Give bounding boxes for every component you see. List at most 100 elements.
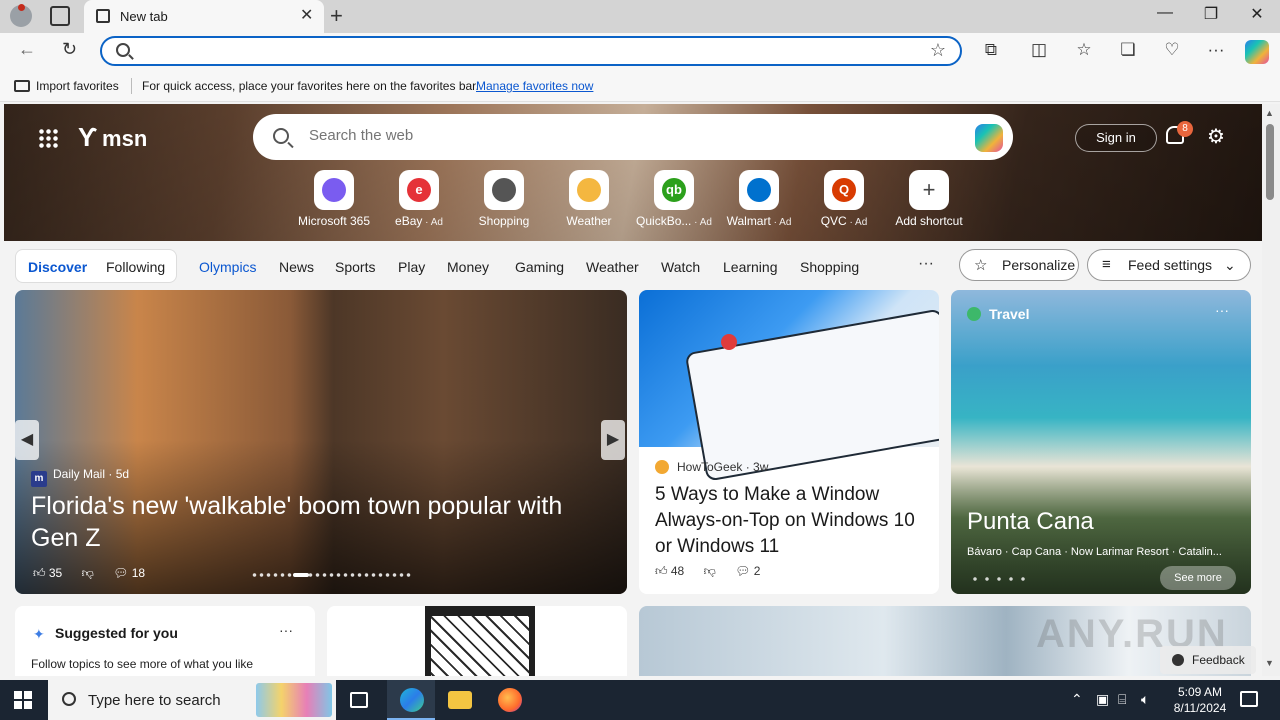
comment-button[interactable]: 💬︎ 18 — [113, 566, 145, 580]
dislike-button[interactable]: 👎︎ — [82, 566, 94, 581]
browser-toolbar: ← ↻ ☆ ⧉ ◫ ☆ ❏ ♡ ··· — [0, 33, 1280, 70]
shortcut-ebay[interactable]: e eBay · Ad — [379, 170, 459, 228]
msn-logo[interactable]: Ƴmsn — [78, 122, 147, 153]
tab-following[interactable]: Following — [106, 259, 165, 275]
web-search-box[interactable] — [253, 114, 1013, 160]
shortcut-add-shortcut[interactable]: + Add shortcut — [889, 170, 969, 228]
manage-favorites-link[interactable]: Manage favorites now — [476, 79, 593, 93]
feedback-button[interactable]: Feedback — [1160, 646, 1256, 674]
shortcut-qvc[interactable]: Q QVC · Ad — [804, 170, 884, 228]
shortcut-walmart[interactable]: Walmart · Ad — [719, 170, 799, 228]
article-card[interactable]: HowToGeek · 3w 5 Ways to Make a Window A… — [639, 290, 939, 594]
shortcut-shopping[interactable]: Shopping — [464, 170, 544, 228]
comment-button[interactable]: 💬︎ 2 — [735, 564, 760, 578]
travel-card[interactable]: Travel ··· Punta Cana Bávaro · Cap Cana … — [951, 290, 1251, 594]
nav-sports[interactable]: Sports — [335, 259, 375, 275]
scroll-up-arrow[interactable]: ▲ — [1265, 108, 1274, 118]
nav-gaming[interactable]: Gaming — [515, 259, 564, 275]
task-view-icon[interactable] — [350, 692, 368, 708]
tab-new-tab[interactable]: New tab ✕ — [84, 0, 324, 33]
network-icon[interactable]: ⌸ — [1118, 691, 1126, 708]
story-title[interactable]: Florida's new 'walkable' boom town popul… — [31, 490, 591, 554]
copilot-icon[interactable] — [975, 124, 1003, 152]
web-search-input[interactable] — [309, 127, 949, 144]
shortcut-quickbo[interactable]: qb QuickBo... · Ad — [634, 170, 714, 228]
close-window-button[interactable]: ✕ — [1234, 4, 1280, 24]
shortcut-weather[interactable]: Weather — [549, 170, 629, 228]
shortcut-label: Add shortcut — [889, 214, 969, 228]
carousel-prev-button[interactable]: ◀ — [15, 420, 39, 460]
nav-money[interactable]: Money — [447, 259, 489, 275]
nav-learning[interactable]: Learning — [723, 259, 778, 275]
carousel-dots[interactable] — [969, 576, 1025, 582]
tab-actions-icon[interactable] — [50, 6, 70, 26]
like-button[interactable]: 👍︎ 35 — [33, 566, 62, 581]
refresh-button[interactable]: ↻ — [62, 39, 77, 60]
favorite-star-icon[interactable]: ☆ — [930, 40, 946, 61]
shortcut-label-text: Microsoft 365 — [297, 214, 371, 228]
howtogeek-icon — [655, 460, 669, 474]
shortcut-tile — [569, 170, 609, 210]
scroll-down-arrow[interactable]: ▼ — [1265, 658, 1274, 668]
edge-taskbar-button[interactable] — [387, 680, 435, 720]
notification-center-icon[interactable] — [1240, 691, 1258, 707]
sign-in-button[interactable]: Sign in — [1075, 124, 1157, 152]
restore-button[interactable]: ❐ — [1188, 4, 1234, 24]
show-hidden-icons[interactable]: ⌃ — [1071, 691, 1083, 708]
import-favorites-button[interactable]: Import favorites — [14, 79, 119, 93]
favorites-icon[interactable]: ☆ — [1072, 40, 1096, 60]
shortcut-tile: Q — [824, 170, 864, 210]
minimize-button[interactable]: — — [1142, 4, 1188, 22]
new-tab-button[interactable]: + — [330, 3, 343, 29]
app-launcher-icon[interactable] — [38, 128, 58, 148]
product-image-card[interactable] — [327, 606, 627, 676]
extensions-icon[interactable]: ⧉ — [979, 40, 1003, 60]
nav-more-button[interactable]: ··· — [918, 255, 934, 273]
tab-discover[interactable]: Discover — [28, 259, 87, 275]
file-explorer-taskbar-button[interactable] — [435, 680, 483, 720]
card-more-button[interactable]: ··· — [279, 622, 293, 638]
copilot-icon[interactable] — [1245, 40, 1269, 64]
taskbar: Type here to search ⌃ ▣ ⌸ 🔈︎ 5:09 AM 8/1… — [0, 680, 1280, 720]
close-tab-icon[interactable]: ✕ — [300, 5, 313, 25]
new-tab-page-icon — [96, 9, 110, 23]
carousel-next-button[interactable]: ▶ — [601, 420, 625, 460]
scrollbar-thumb[interactable] — [1266, 124, 1274, 200]
feed-settings-button[interactable]: ≡ Feed settings ⌄ — [1087, 249, 1251, 281]
nav-news[interactable]: News — [279, 259, 314, 275]
like-button[interactable]: 👍︎ 48 — [655, 564, 684, 579]
carousel-dots[interactable] — [251, 572, 411, 578]
card-more-button[interactable]: ··· — [1215, 302, 1229, 318]
taskbar-search-box[interactable]: Type here to search — [48, 680, 336, 720]
address-bar[interactable]: ☆ — [100, 36, 962, 66]
firefox-taskbar-button[interactable] — [485, 680, 533, 720]
back-button[interactable]: ← — [18, 39, 36, 60]
start-button[interactable] — [14, 691, 32, 709]
system-clock[interactable]: 5:09 AM 8/11/2024 — [1168, 684, 1232, 716]
sliders-icon: ≡ — [1102, 256, 1111, 273]
settings-more-icon[interactable]: ··· — [1204, 40, 1228, 60]
gear-icon[interactable]: ⚙ — [1207, 127, 1225, 147]
see-more-button[interactable]: See more — [1160, 566, 1236, 590]
msn-page: Ƴmsn Sign in 8 ⚙ Microsoft 365 e eBay · Ad… — [4, 104, 1262, 676]
shortcut-microsoft-365[interactable]: Microsoft 365 — [294, 170, 374, 228]
collections-icon[interactable]: ❏ — [1116, 40, 1140, 60]
article-title[interactable]: 5 Ways to Make a Window Always-on-Top on… — [655, 482, 925, 560]
browser-essentials-icon[interactable]: ♡ — [1160, 40, 1184, 60]
personalize-button[interactable]: ☆ Personalize — [959, 249, 1079, 281]
nav-watch[interactable]: Watch — [661, 259, 700, 275]
hero-story-card[interactable]: ◀ ▶ m Daily Mail · 5d Florida's new 'walk… — [15, 290, 627, 594]
nav-olympics[interactable]: Olympics — [199, 259, 257, 275]
device-icon[interactable]: ▣ — [1096, 691, 1109, 708]
nav-play[interactable]: Play — [398, 259, 425, 275]
shortcut-tile — [484, 170, 524, 210]
address-input[interactable] — [138, 43, 918, 59]
volume-icon[interactable]: 🔈︎ — [1141, 691, 1149, 708]
travel-title[interactable]: Punta Cana — [967, 508, 1094, 536]
notification-count-badge: 8 — [1177, 121, 1193, 137]
split-screen-icon[interactable]: ◫ — [1027, 40, 1051, 60]
nav-weather[interactable]: Weather — [586, 259, 639, 275]
nav-shopping[interactable]: Shopping — [800, 259, 859, 275]
shortcut-label: QuickBo... · Ad — [634, 214, 714, 228]
dislike-button[interactable]: 👎︎ — [704, 564, 716, 579]
